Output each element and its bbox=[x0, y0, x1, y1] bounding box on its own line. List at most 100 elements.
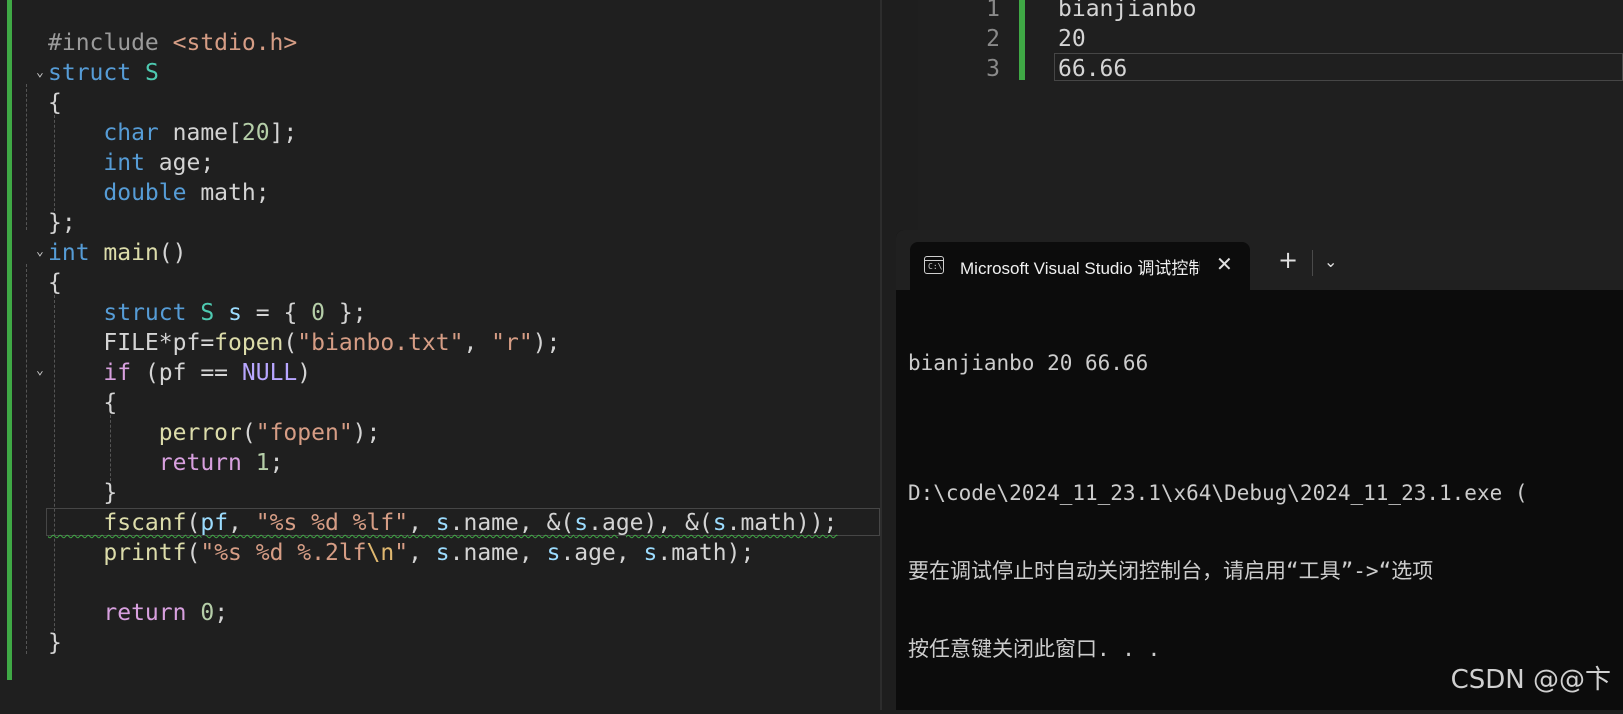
code-line[interactable]: return 1; bbox=[48, 448, 837, 478]
line-number: 1 bbox=[986, 0, 1000, 22]
current-line-highlight bbox=[1054, 53, 1623, 81]
code-line[interactable]: FILE*pf=fopen("bianbo.txt", "r"); bbox=[48, 328, 837, 358]
code-token: s bbox=[643, 540, 658, 566]
code-line[interactable]: ​ bbox=[48, 568, 837, 598]
console-titlebar[interactable]: C:\ Microsoft Visual Studio 调试控制台 ✕ + ⌄ bbox=[896, 230, 1623, 290]
line-number: 2 bbox=[986, 26, 1000, 52]
code-token: { bbox=[48, 270, 62, 296]
code-token: NULL bbox=[241, 360, 298, 386]
code-line[interactable]: printf("%s %d %.2lf\n", s.name, s.age, s… bbox=[48, 538, 837, 568]
code-token: "r" bbox=[491, 330, 533, 356]
code-token: 20 bbox=[241, 120, 270, 146]
code-token: ); bbox=[532, 330, 561, 356]
code-token: , bbox=[463, 330, 492, 356]
code-token: ( bbox=[241, 420, 256, 446]
code-token: ; bbox=[269, 450, 284, 476]
code-editor[interactable]: ⌄ ⌄ ⌄ #include <stdio.h> struct S{ char n… bbox=[0, 0, 880, 710]
text-line[interactable]: 66.66 bbox=[1058, 54, 1127, 84]
code-line[interactable]: { bbox=[48, 268, 837, 298]
code-token: perror bbox=[158, 420, 242, 446]
code-token: pf bbox=[200, 510, 229, 536]
text-line[interactable]: bianjianbo bbox=[1058, 0, 1196, 24]
code-token: FILE*pf= bbox=[48, 330, 215, 356]
code-line[interactable]: struct S bbox=[48, 58, 837, 88]
code-line[interactable]: if (pf == NULL) bbox=[48, 358, 837, 388]
console-output: bianjianbo 20 66.66 D:\code\2024_11_23.1… bbox=[908, 298, 1623, 714]
code-line[interactable]: return 0; bbox=[48, 598, 837, 628]
code-token: int bbox=[48, 240, 90, 266]
code-line[interactable]: int main() bbox=[48, 238, 837, 268]
code-line[interactable]: }; bbox=[48, 208, 837, 238]
change-indicator-bar bbox=[1019, 0, 1025, 80]
pane-splitter[interactable] bbox=[880, 0, 882, 710]
fold-margin: ⌄ ⌄ ⌄ bbox=[16, 0, 44, 710]
terminal-icon: C:\ bbox=[924, 256, 944, 274]
code-token: 0 bbox=[311, 300, 326, 326]
code-token: age; bbox=[144, 150, 215, 176]
code-token: s bbox=[546, 540, 561, 566]
indent-guide bbox=[26, 264, 27, 654]
code-token: }; bbox=[325, 300, 367, 326]
text-file-pane[interactable]: 1 2 3 bianjianbo 20 66.66 bbox=[918, 0, 1623, 240]
change-indicator-bar bbox=[7, 0, 12, 680]
code-token: ( bbox=[283, 330, 298, 356]
code-token: .age), &( bbox=[588, 510, 713, 536]
code-line[interactable]: } bbox=[48, 628, 837, 658]
divider bbox=[1312, 250, 1313, 276]
code-token: " bbox=[394, 540, 409, 566]
code-token: printf bbox=[103, 540, 187, 566]
code-token: } bbox=[48, 480, 118, 506]
code-token: .math)); bbox=[726, 510, 838, 536]
debug-console-window[interactable]: C:\ Microsoft Visual Studio 调试控制台 ✕ + ⌄ … bbox=[896, 230, 1623, 710]
code-token: \n bbox=[366, 540, 395, 566]
source-code[interactable]: #include <stdio.h> struct S{ char name[20… bbox=[48, 28, 837, 658]
code-line[interactable]: double math; bbox=[48, 178, 837, 208]
code-line[interactable]: { bbox=[48, 88, 837, 118]
code-token: fopen bbox=[214, 330, 284, 356]
code-token: int bbox=[103, 150, 145, 176]
close-icon[interactable]: ✕ bbox=[1216, 252, 1233, 276]
code-line[interactable]: { bbox=[48, 388, 837, 418]
code-line[interactable]: #include <stdio.h> bbox=[48, 28, 837, 58]
code-token: struct bbox=[103, 300, 187, 326]
code-token: .name, &( bbox=[449, 510, 575, 536]
code-token: { bbox=[48, 390, 118, 416]
code-line[interactable]: } bbox=[48, 478, 837, 508]
watermark: CSDN @@卞 bbox=[1450, 665, 1611, 695]
code-line[interactable]: char name[20]; bbox=[48, 118, 837, 148]
code-token: ]; bbox=[269, 120, 298, 146]
code-token: struct bbox=[48, 60, 132, 86]
chevron-down-icon[interactable]: ⌄ bbox=[1324, 252, 1337, 271]
code-line[interactable]: fscanf(pf, "%s %d %lf", s.name, &(s.age)… bbox=[48, 508, 837, 538]
code-token: ; bbox=[214, 600, 229, 626]
code-token: 1 bbox=[255, 450, 270, 476]
code-token: <stdio.h> bbox=[172, 30, 298, 56]
code-token: math; bbox=[186, 180, 270, 206]
code-token: s bbox=[712, 510, 727, 536]
code-token: , bbox=[408, 510, 436, 536]
code-token: "fopen" bbox=[255, 420, 353, 446]
code-line[interactable]: struct S s = { 0 }; bbox=[48, 298, 837, 328]
code-token: name[ bbox=[158, 120, 242, 146]
tab-title: Microsoft Visual Studio 调试控制台 bbox=[960, 259, 1200, 278]
text-line[interactable]: 20 bbox=[1058, 24, 1086, 54]
code-token: ) bbox=[297, 360, 312, 386]
new-tab-button[interactable]: + bbox=[1278, 248, 1298, 272]
code-line[interactable]: int age; bbox=[48, 148, 837, 178]
console-tab[interactable]: C:\ Microsoft Visual Studio 调试控制台 ✕ bbox=[910, 242, 1250, 290]
code-token: S bbox=[144, 60, 159, 86]
code-token: .name, bbox=[449, 540, 547, 566]
code-line[interactable]: perror("fopen"); bbox=[48, 418, 837, 448]
console-line: D:\code\2024_11_23.1\x64\Debug\2024_11_2… bbox=[908, 481, 1528, 505]
code-token: main bbox=[103, 240, 159, 266]
code-token: "%s %d %.2lf bbox=[200, 540, 367, 566]
